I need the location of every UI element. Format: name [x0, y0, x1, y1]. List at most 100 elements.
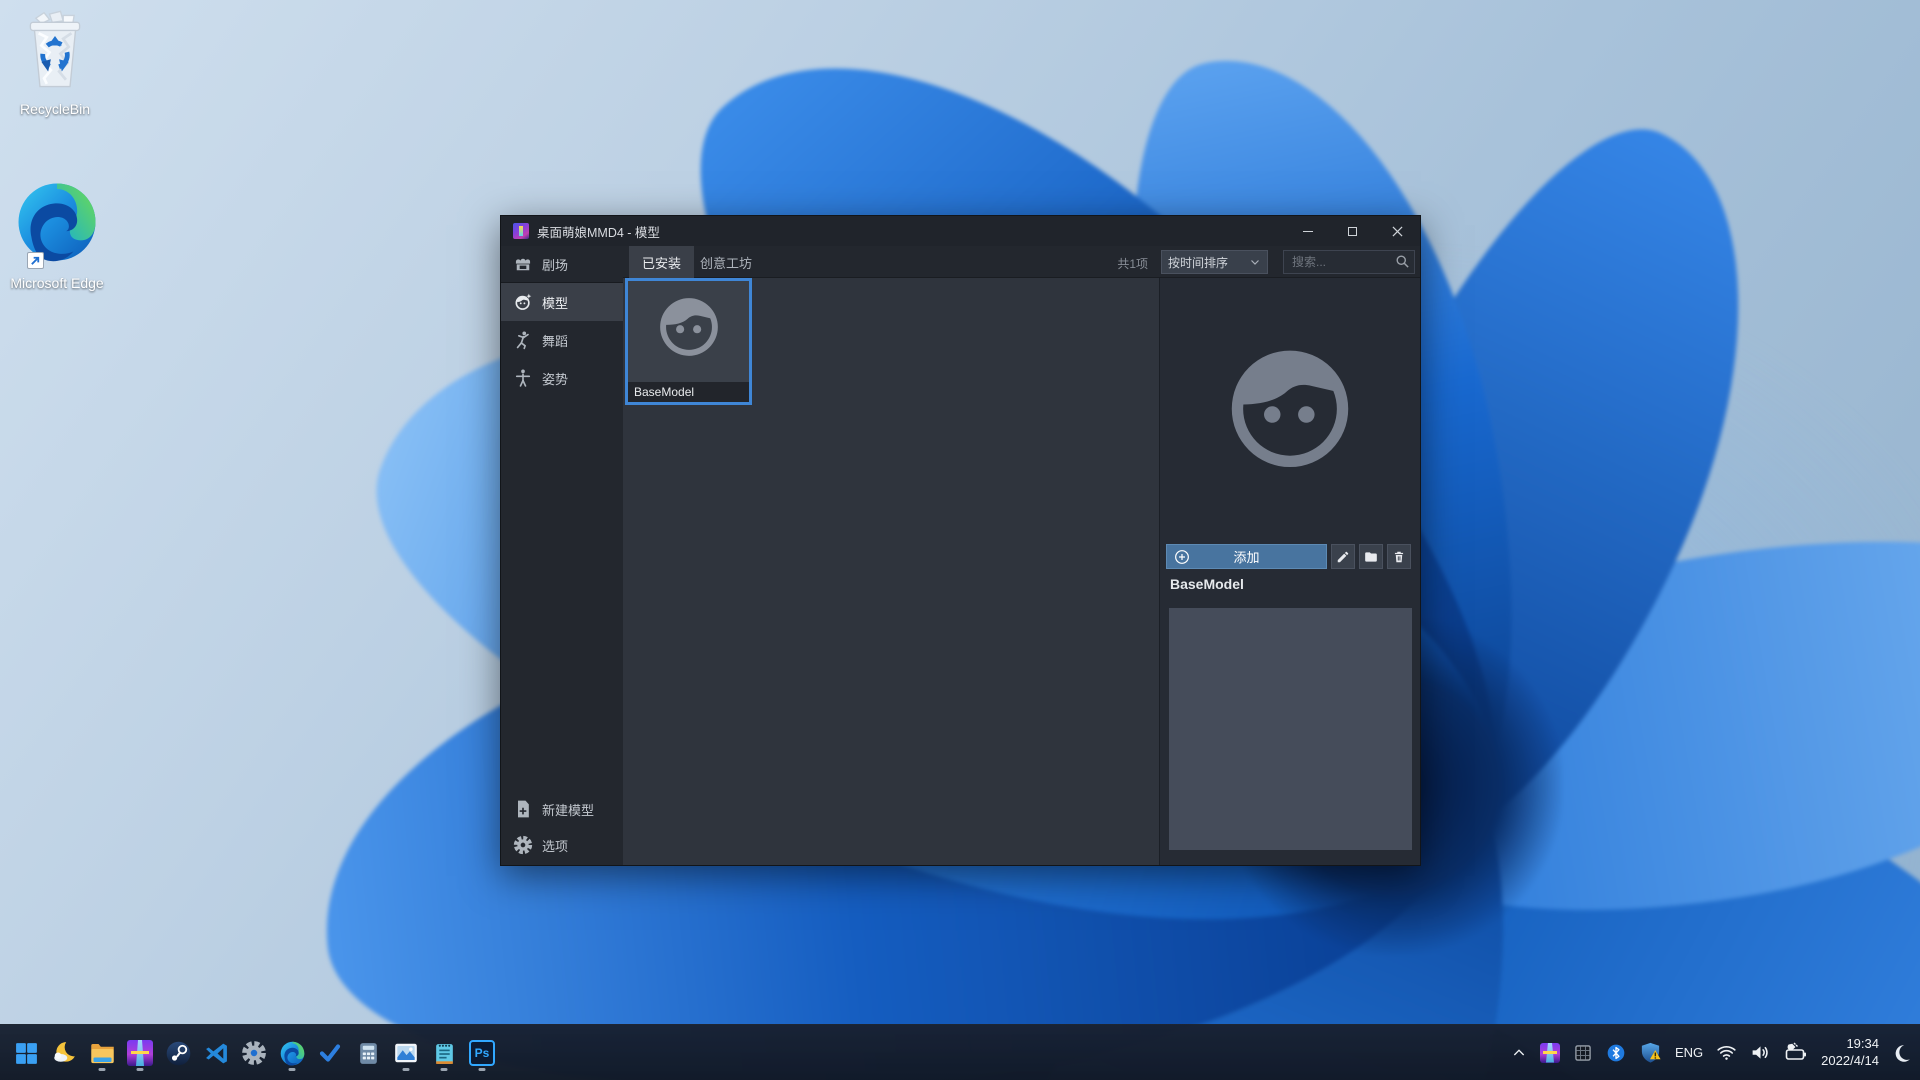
item-count: 共1项 — [1117, 257, 1148, 271]
photos-button[interactable] — [392, 1033, 420, 1073]
add-model-button[interactable]: 添加 — [1166, 544, 1327, 569]
photoshop-icon: Ps — [469, 1040, 495, 1066]
window-titlebar[interactable]: 桌面萌娘MMD4 - 模型 — [501, 216, 1420, 246]
edge-button[interactable] — [278, 1033, 306, 1073]
tray-focus-moon-icon[interactable] — [1892, 1043, 1912, 1063]
taskbar: Ps ENG 19:34 2022/4/14 — [0, 1024, 1920, 1080]
widgets-button[interactable] — [50, 1033, 78, 1073]
photoshop-button[interactable]: Ps — [468, 1033, 496, 1073]
sidebar-item-options[interactable]: 选项 — [501, 827, 623, 863]
file-explorer-button[interactable] — [88, 1033, 116, 1073]
window-controls — [1285, 216, 1420, 246]
desktop: RecycleBin Microsoft Edge 桌面萌娘MMD4 - 模型 … — [0, 0, 1920, 1080]
library-topbar: 已安装 创意工坊 共1项 按时间排序 — [623, 246, 1420, 278]
tray-date: 2022/4/14 — [1821, 1052, 1879, 1068]
model-description-box — [1169, 608, 1412, 850]
model-card-basemodel[interactable]: BaseModel — [625, 278, 752, 405]
mmd-app-icon — [127, 1040, 153, 1066]
taskbar-apps: Ps — [12, 1033, 496, 1073]
tray-ime-grid-icon[interactable] — [1573, 1043, 1593, 1063]
chevron-down-icon — [1251, 260, 1259, 265]
plus-circle-icon — [1175, 550, 1189, 564]
gear-icon — [513, 835, 533, 855]
add-button-label: 添加 — [1233, 550, 1260, 565]
system-tray: ENG 19:34 2022/4/14 — [1511, 1025, 1912, 1080]
new-file-icon — [518, 800, 529, 818]
settings-gear-icon — [242, 1041, 266, 1065]
sidebar-item-label: 模型 — [542, 295, 569, 311]
settings-button[interactable] — [240, 1033, 268, 1073]
search-box — [1283, 250, 1415, 274]
tray-clock[interactable]: 19:34 2022/4/14 — [1821, 1036, 1879, 1070]
sidebar-item-new-model[interactable]: 新建模型 — [501, 791, 623, 827]
trash-icon — [1394, 551, 1404, 562]
close-button[interactable] — [1375, 216, 1420, 246]
tray-volume-icon[interactable] — [1750, 1042, 1771, 1063]
search-icon — [1396, 255, 1409, 268]
minimize-button[interactable] — [1285, 216, 1330, 246]
mmd-app-window: 桌面萌娘MMD4 - 模型 剧场 模型 舞蹈 姿势 新建模型 选项 已安装 创意… — [500, 215, 1421, 866]
sidebar-item-label: 选项 — [542, 838, 569, 854]
open-folder-button[interactable] — [1359, 544, 1383, 569]
sidebar-item-pose[interactable]: 姿势 — [501, 359, 623, 397]
tray-language-indicator[interactable]: ENG — [1675, 1045, 1703, 1060]
start-button[interactable] — [12, 1033, 40, 1073]
model-actions: 添加 — [1166, 544, 1411, 569]
vscode-button[interactable] — [202, 1033, 230, 1073]
steam-button[interactable] — [164, 1033, 192, 1073]
window-title: 桌面萌娘MMD4 - 模型 — [537, 225, 660, 240]
desktop-icon-edge[interactable]: Microsoft Edge — [2, 178, 112, 293]
sort-dropdown[interactable]: 按时间排序 — [1161, 250, 1268, 274]
dance-icon — [516, 331, 529, 350]
sidebar-item-model[interactable]: 模型 — [501, 283, 623, 321]
desktop-icon-recycle-bin[interactable]: RecycleBin — [0, 10, 110, 119]
sidebar-item-label: 姿势 — [542, 371, 569, 387]
calculator-button[interactable] — [354, 1033, 382, 1073]
desktop-icon-label: Microsoft Edge — [10, 275, 104, 291]
todo-check-button[interactable] — [316, 1033, 344, 1073]
model-thumbnail-face-icon — [652, 289, 726, 366]
model-face-icon — [515, 293, 532, 310]
sidebar-item-label: 新建模型 — [542, 802, 595, 818]
sidebar-item-label: 舞蹈 — [542, 333, 569, 349]
tray-time: 19:34 — [1846, 1035, 1879, 1051]
app-icon — [513, 223, 529, 239]
tray-mmd-app-icon[interactable] — [1539, 1042, 1560, 1063]
model-preview-face-icon — [1219, 335, 1361, 480]
detail-panel: 添加 BaseModel — [1159, 278, 1420, 865]
photos-icon — [395, 1043, 417, 1063]
pose-icon — [515, 369, 531, 387]
notepad-icon — [435, 1043, 453, 1064]
sort-dropdown-value: 按时间排序 — [1168, 255, 1229, 270]
shortcut-arrow-icon — [27, 252, 44, 269]
file-explorer-icon — [90, 1043, 114, 1063]
model-card-label: BaseModel — [628, 382, 749, 402]
edge-icon — [13, 178, 101, 271]
edit-model-button[interactable] — [1331, 544, 1355, 569]
check-icon — [319, 1044, 341, 1062]
tray-bluetooth-icon[interactable] — [1606, 1043, 1626, 1063]
sidebar: 剧场 模型 舞蹈 姿势 新建模型 选项 — [501, 246, 623, 865]
sidebar-item-theater[interactable]: 剧场 — [501, 246, 623, 282]
mmd-app-button[interactable] — [126, 1033, 154, 1073]
tray-battery-charging-icon[interactable] — [1784, 1041, 1808, 1065]
tab-label: 创意工坊 — [700, 255, 753, 271]
tab-label: 已安装 — [642, 255, 682, 271]
tab-workshop[interactable]: 创意工坊 — [687, 246, 765, 278]
maximize-button[interactable] — [1330, 216, 1375, 246]
notepad-button[interactable] — [430, 1033, 458, 1073]
tray-wifi-icon[interactable] — [1716, 1042, 1737, 1063]
tray-chevron-up-icon[interactable] — [1511, 1045, 1527, 1061]
delete-model-button[interactable] — [1387, 544, 1411, 569]
pencil-icon — [1337, 551, 1349, 562]
recycle-bin-icon — [22, 10, 88, 96]
model-name: BaseModel — [1170, 576, 1244, 592]
weather-widget-icon — [54, 1042, 75, 1062]
tab-installed[interactable]: 已安装 — [629, 246, 695, 278]
sidebar-item-dance[interactable]: 舞蹈 — [501, 321, 623, 359]
model-grid: BaseModel — [623, 278, 1159, 865]
windows-start-icon — [15, 1042, 37, 1064]
edge-icon — [280, 1041, 304, 1066]
tray-security-shield-icon[interactable] — [1639, 1041, 1662, 1064]
steam-icon — [166, 1041, 190, 1065]
